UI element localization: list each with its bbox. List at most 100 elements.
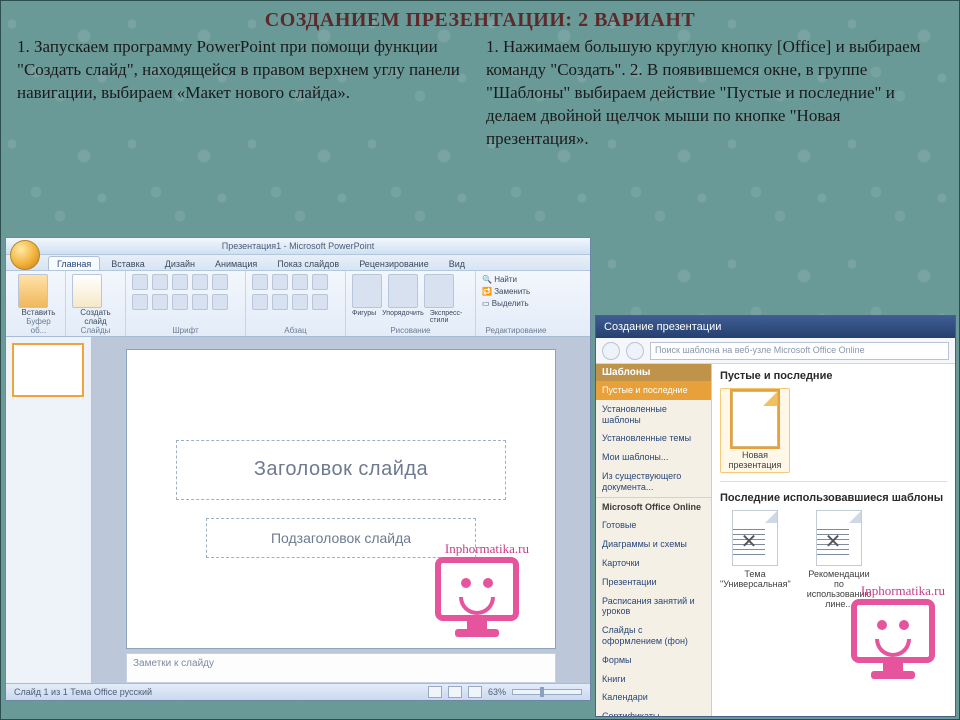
view-normal-button[interactable]	[428, 686, 442, 698]
quick-label: Экспресс-стили	[430, 310, 469, 324]
para-icon[interactable]	[292, 274, 308, 290]
sidebar-header-online: Microsoft Office Online	[596, 497, 711, 517]
section-recent-title: Последние использовавшиеся шаблоны	[720, 492, 947, 504]
arrange-button[interactable]	[388, 274, 418, 308]
sidebar-item-online[interactable]: Карточки	[596, 554, 711, 573]
template-search-input[interactable]: Поиск шаблона на веб-узле Microsoft Offi…	[650, 342, 949, 360]
font-icon[interactable]	[212, 294, 228, 310]
left-instructions: 1. Запускаем программу PowerPoint при по…	[17, 36, 474, 151]
font-icon[interactable]	[152, 294, 168, 310]
divider	[720, 481, 947, 482]
sidebar-item-online[interactable]: Формы	[596, 651, 711, 670]
replace-button[interactable]: 🔁 Заменить	[482, 286, 550, 298]
template-icon	[732, 510, 778, 566]
para-icon[interactable]	[272, 294, 288, 310]
sidebar-item-online[interactable]: Сертификаты	[596, 707, 711, 716]
paste-label: Вставить	[18, 308, 59, 317]
new-presentation-icon	[732, 391, 778, 447]
section-blank-title: Пустые и последние	[720, 370, 947, 382]
sidebar-item-online[interactable]: Слайды с оформлением (фон)	[596, 621, 711, 651]
font-icon[interactable]	[172, 294, 188, 310]
template-label: Новая презентация	[723, 450, 787, 470]
pp-titlebar: Презентация1 - Microsoft PowerPoint	[6, 238, 590, 255]
tab-home[interactable]: Главная	[48, 256, 100, 270]
notes-pane[interactable]: Заметки к слайду	[126, 653, 556, 683]
font-icon[interactable]	[172, 274, 188, 290]
group-clipboard: Буфер об...	[18, 317, 59, 335]
para-icon[interactable]	[252, 294, 268, 310]
group-editing: Редактирование	[482, 326, 550, 335]
sidebar-header-templates: Шаблоны	[596, 364, 711, 381]
font-icon[interactable]	[192, 294, 208, 310]
para-icon[interactable]	[252, 274, 268, 290]
sidebar-item-online[interactable]: Календари	[596, 688, 711, 707]
office-orb-button[interactable]	[10, 240, 40, 270]
sidebar-item-installed-templates[interactable]: Установленные шаблоны	[596, 400, 711, 430]
sidebar-item-from-existing[interactable]: Из существующего документа...	[596, 467, 711, 497]
template-new-presentation[interactable]: Новая презентация	[720, 388, 790, 473]
font-icon[interactable]	[212, 274, 228, 290]
ribbon: Вставить Буфер об... Создать слайд Слайд…	[6, 271, 590, 337]
para-icon[interactable]	[312, 294, 328, 310]
sidebar-item-online[interactable]: Книги	[596, 670, 711, 689]
new-slide-button[interactable]	[72, 274, 102, 308]
para-icon[interactable]	[292, 294, 308, 310]
font-icon[interactable]	[132, 274, 148, 290]
page-title: СОЗДАНИЕМ ПРЕЗЕНТАЦИИ: 2 ВАРИАНТ	[1, 1, 959, 32]
tab-insert[interactable]: Вставка	[102, 256, 153, 270]
find-button[interactable]: 🔍 Найти	[482, 274, 550, 286]
tab-view[interactable]: Вид	[440, 256, 474, 270]
new-slide-label: Создать слайд	[72, 308, 119, 326]
group-paragraph: Абзац	[252, 326, 339, 335]
template-icon	[816, 510, 862, 566]
zoom-value: 63%	[488, 687, 506, 697]
shapes-label: Фигуры	[352, 310, 376, 324]
status-left: Слайд 1 из 1 Тема Office русский	[14, 687, 152, 697]
tab-slideshow[interactable]: Показ слайдов	[268, 256, 348, 270]
forward-button[interactable]	[626, 342, 644, 360]
group-drawing: Рисование	[352, 326, 469, 335]
paste-button[interactable]	[18, 274, 48, 308]
status-bar: Слайд 1 из 1 Тема Office русский 63%	[6, 683, 590, 700]
para-icon[interactable]	[272, 274, 288, 290]
sidebar-item-online[interactable]: Диаграммы и схемы	[596, 535, 711, 554]
font-icon[interactable]	[132, 294, 148, 310]
para-icon[interactable]	[312, 274, 328, 290]
title-placeholder[interactable]: Заголовок слайда	[176, 440, 506, 500]
quickstyles-button[interactable]	[424, 274, 454, 308]
logo-url: Inphormatika.ru	[861, 583, 945, 599]
shapes-button[interactable]	[352, 274, 382, 308]
zoom-slider[interactable]	[512, 689, 582, 695]
sidebar-item-blank[interactable]: Пустые и последние	[596, 381, 711, 400]
sidebar-item-online[interactable]: Готовые	[596, 516, 711, 535]
instruction-columns: 1. Запускаем программу PowerPoint при по…	[1, 32, 959, 151]
template-sidebar: Шаблоны Пустые и последние Установленные…	[596, 364, 712, 716]
tab-animation[interactable]: Анимация	[206, 256, 266, 270]
ribbon-tabs: Главная Вставка Дизайн Анимация Показ сл…	[6, 255, 590, 271]
back-button[interactable]	[602, 342, 620, 360]
view-show-button[interactable]	[468, 686, 482, 698]
select-button[interactable]: ▭ Выделить	[482, 298, 550, 310]
inphormatika-logo: Inphormatika.ru	[427, 543, 531, 639]
group-slides: Слайды	[72, 326, 119, 335]
template-label: Тема "Универсальная"	[720, 569, 790, 589]
dialog-titlebar: Создание презентации	[596, 316, 955, 338]
right-instructions: 1. Нажимаем большую круглую кнопку [Offi…	[486, 36, 943, 151]
slide-thumbnails-pane	[6, 337, 92, 683]
slide-thumb-1[interactable]	[12, 343, 84, 397]
font-icon[interactable]	[152, 274, 168, 290]
group-font: Шрифт	[132, 326, 239, 335]
logo-url: Inphormatika.ru	[445, 541, 529, 557]
view-sorter-button[interactable]	[448, 686, 462, 698]
sidebar-item-my-templates[interactable]: Мои шаблоны...	[596, 448, 711, 467]
tab-review[interactable]: Рецензирование	[350, 256, 438, 270]
dialog-toolbar: Поиск шаблона на веб-узле Microsoft Offi…	[596, 338, 955, 364]
template-universal[interactable]: Тема "Универсальная"	[720, 510, 790, 609]
pp-window-title: Презентация1 - Microsoft PowerPoint	[222, 241, 374, 251]
font-icon[interactable]	[192, 274, 208, 290]
sidebar-item-online[interactable]: Расписания занятий и уроков	[596, 592, 711, 622]
sidebar-item-online[interactable]: Презентации	[596, 573, 711, 592]
sidebar-item-installed-themes[interactable]: Установленные темы	[596, 429, 711, 448]
inphormatika-logo: Inphormatika.ru	[843, 585, 947, 681]
tab-design[interactable]: Дизайн	[156, 256, 204, 270]
